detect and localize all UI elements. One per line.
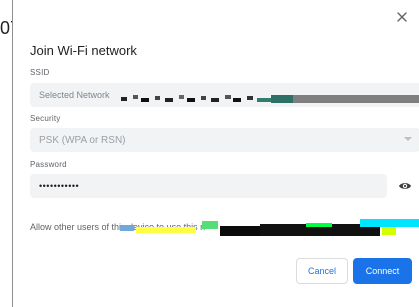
- dialog-title: Join Wi-Fi network: [30, 43, 137, 58]
- close-icon: [397, 12, 407, 22]
- security-select[interactable]: PSK (WPA or RSN): [30, 128, 419, 152]
- rendering-artifact-toggle: [120, 219, 419, 236]
- screen: 07 Join Wi-Fi network SSID Selected Netw…: [0, 0, 419, 307]
- ssid-value: Selected Network: [39, 90, 110, 100]
- rendering-artifact: [121, 95, 419, 103]
- password-field[interactable]: •••••••••••: [30, 174, 387, 198]
- chevron-down-icon: [404, 137, 412, 141]
- password-value: •••••••••••: [39, 181, 80, 191]
- cancel-button[interactable]: Cancel: [296, 258, 348, 284]
- security-label: Security: [30, 114, 61, 123]
- join-wifi-dialog: Join Wi-Fi network SSID Selected Network…: [12, 0, 419, 307]
- eye-icon[interactable]: [398, 180, 412, 192]
- connect-button[interactable]: Connect: [353, 258, 412, 284]
- password-label: Password: [30, 160, 67, 169]
- ssid-label: SSID: [30, 68, 50, 77]
- close-button[interactable]: [394, 9, 410, 25]
- security-value: PSK (WPA or RSN): [39, 134, 126, 146]
